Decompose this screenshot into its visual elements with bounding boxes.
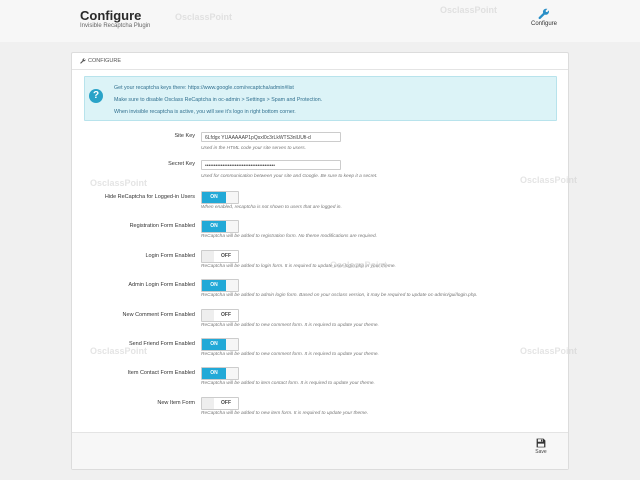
secret-key-input[interactable]: •••••••••••••••••••••••••••••••••••••••• <box>201 160 341 170</box>
toggle-help: ReCaptcha will be added to login form. I… <box>201 263 396 269</box>
toggle-knob <box>226 192 238 203</box>
toggle-switch[interactable]: ON <box>201 367 239 381</box>
toggle-knob <box>226 280 238 292</box>
toggle-switch[interactable]: OFF <box>201 396 239 410</box>
toggle-help: ReCaptcha will be added to new comment f… <box>201 352 379 357</box>
secret-key-help: Used for communication between your site… <box>201 174 378 179</box>
toggle-state: ON <box>202 221 226 233</box>
toggle-help: When enabled, recaptcha is not shown to … <box>201 205 342 210</box>
toggle-state: ON <box>202 280 226 292</box>
top-bar: Configure Invisible Recaptcha Plugin Con… <box>0 0 640 42</box>
alert-line-1: Get your recaptcha keys there: https://w… <box>114 85 294 91</box>
wrench-icon <box>538 8 550 20</box>
toggle-switch[interactable]: ON <box>201 279 239 293</box>
toggle-help: ReCaptcha will be added to admin login f… <box>201 293 478 299</box>
save-label: Save <box>535 449 547 455</box>
question-circle-icon: ? <box>89 89 103 103</box>
toggle-state: OFF <box>214 309 238 321</box>
save-button[interactable]: Save <box>531 438 551 462</box>
toggle-switch[interactable]: ON <box>201 338 239 351</box>
toggle-knob <box>226 368 238 380</box>
toggle-label: Registration Form Enabled <box>129 223 195 230</box>
toggle-switch[interactable]: OFF <box>201 249 239 263</box>
panel-heading-label: CONFIGURE <box>88 58 121 64</box>
site-key-label: Site Key <box>174 133 195 139</box>
toggle-switch[interactable]: ON <box>201 191 239 204</box>
alert-line-2: Make sure to disable Osclass ReCaptcha i… <box>114 97 323 103</box>
panel-footer: Save <box>72 432 568 469</box>
toggle-label: Send Friend Form Enabled <box>128 341 195 347</box>
panel-heading: CONFIGURE <box>72 53 568 70</box>
info-alert: ? Get your recaptcha keys there: https:/… <box>84 76 557 121</box>
configure-button[interactable]: Configure <box>524 8 564 34</box>
toggle-help: ReCaptcha will be added to new comment f… <box>201 322 379 328</box>
alert-line-3: When invisible recaptcha is active, you … <box>114 109 296 115</box>
toggle-label: New Comment Form Enabled <box>122 311 195 318</box>
toggle-switch[interactable]: OFF <box>201 308 239 322</box>
site-key-help: Used in the HTML code your site serves t… <box>201 146 306 151</box>
toggle-label: Hide ReCaptcha for Logged-in Users <box>104 194 195 200</box>
toggle-state: ON <box>202 368 226 380</box>
toggle-knob <box>226 339 238 350</box>
toggle-state: OFF <box>214 397 238 409</box>
configure-label: Configure <box>530 21 557 27</box>
page-subtitle: Invisible Recaptcha Plugin <box>80 23 151 29</box>
toggle-label: Login Form Enabled <box>145 252 195 259</box>
toggle-switch[interactable]: ON <box>201 220 239 234</box>
toggle-state: ON <box>202 339 226 350</box>
toggle-label: New Item Form <box>157 399 195 406</box>
wrench-icon <box>80 57 86 64</box>
toggle-help: ReCaptcha will be added to new item form… <box>201 410 369 416</box>
secret-key-label: Secret Key <box>168 161 195 167</box>
toggle-label: Admin Login Form Enabled <box>128 282 195 289</box>
floppy-disk-icon <box>536 438 546 448</box>
toggle-state: ON <box>202 192 226 203</box>
toggle-help: ReCaptcha will be added to registration … <box>201 234 377 240</box>
toggle-state: OFF <box>214 250 238 262</box>
toggle-label: Item Contact Form Enabled <box>127 370 195 377</box>
toggle-knob <box>226 221 238 233</box>
site-key-input[interactable]: 6Lfdgx YUAAAAAP1pQsxl0c3rLkWTS3nlUUfi-d <box>201 132 341 142</box>
toggle-help: ReCaptcha will be added to item contact … <box>201 381 375 387</box>
configure-panel: CONFIGURE ? Get your recaptcha keys ther… <box>71 52 569 470</box>
page-title: Configure <box>80 8 142 23</box>
